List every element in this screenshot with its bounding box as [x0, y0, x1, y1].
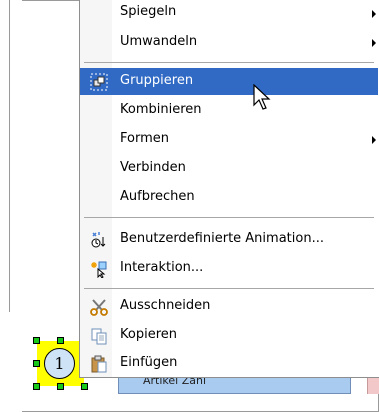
paste-icon	[90, 355, 108, 373]
menu-item-label: Umwandeln	[120, 34, 198, 49]
menu-item-label: Benutzerdefinierte Animation...	[120, 231, 324, 246]
menu-item-ausschneiden[interactable]: Ausschneiden	[80, 293, 378, 320]
menu-item-label: Formen	[120, 131, 169, 146]
menu-item-interaktion[interactable]: Interaktion...	[80, 255, 378, 282]
submenu-arrow-icon	[372, 136, 376, 144]
interaction-icon	[90, 260, 108, 279]
menu-item-label: Aufbrechen	[120, 189, 195, 204]
menu-item-label: Kombinieren	[120, 102, 202, 117]
resize-handle-w[interactable]	[33, 360, 40, 367]
menu-item-spiegeln[interactable]: Spiegeln	[80, 0, 378, 27]
menu-item-aufbrechen[interactable]: Aufbrechen	[80, 184, 378, 211]
menu-item-umwandeln[interactable]: Umwandeln	[80, 29, 378, 56]
menu-item-label: Verbinden	[120, 160, 186, 175]
menu-item-verbinden[interactable]: Verbinden	[80, 155, 378, 182]
resize-handle-nw[interactable]	[33, 337, 40, 344]
menu-item-label: Kopieren	[120, 327, 177, 342]
menu-item-label: Gruppieren	[120, 73, 194, 88]
document-edge-line	[9, 0, 10, 312]
mouse-pointer-icon	[253, 83, 273, 112]
menu-item-label: Ausschneiden	[120, 298, 211, 313]
menu-item-formen[interactable]: Formen	[80, 126, 378, 153]
menu-separator	[84, 217, 374, 218]
group-icon	[90, 73, 108, 91]
menu-item-label: Spiegeln	[120, 4, 177, 19]
copy-icon	[90, 327, 108, 345]
info-circle-shape[interactable]: 1	[44, 348, 75, 379]
document-margin	[0, 0, 22, 412]
resize-handle-n[interactable]	[57, 337, 64, 344]
menu-item-kopieren[interactable]: Kopieren	[80, 322, 378, 349]
resize-handle-s[interactable]	[57, 383, 64, 390]
context-menu: Spiegeln Umwandeln Gruppieren Kombiniere…	[79, 0, 379, 378]
menu-separator	[84, 62, 374, 63]
menu-item-label: Interaktion...	[120, 260, 204, 275]
submenu-arrow-icon	[372, 39, 376, 47]
menu-item-kombinieren[interactable]: Kombinieren	[80, 97, 378, 124]
resize-handle-sw[interactable]	[33, 383, 40, 390]
menu-separator	[84, 288, 374, 289]
scissors-icon	[90, 298, 108, 316]
menu-item-einfuegen[interactable]: Einfügen	[80, 350, 378, 377]
menu-item-label: Einfügen	[120, 355, 178, 370]
menu-item-gruppieren[interactable]: Gruppieren	[80, 68, 378, 95]
menu-item-benutzerdefinierte-animation[interactable]: Benutzerdefinierte Animation...	[80, 226, 378, 253]
submenu-arrow-icon	[372, 10, 376, 18]
resize-handle-se[interactable]	[81, 383, 88, 390]
animation-icon	[90, 231, 108, 249]
